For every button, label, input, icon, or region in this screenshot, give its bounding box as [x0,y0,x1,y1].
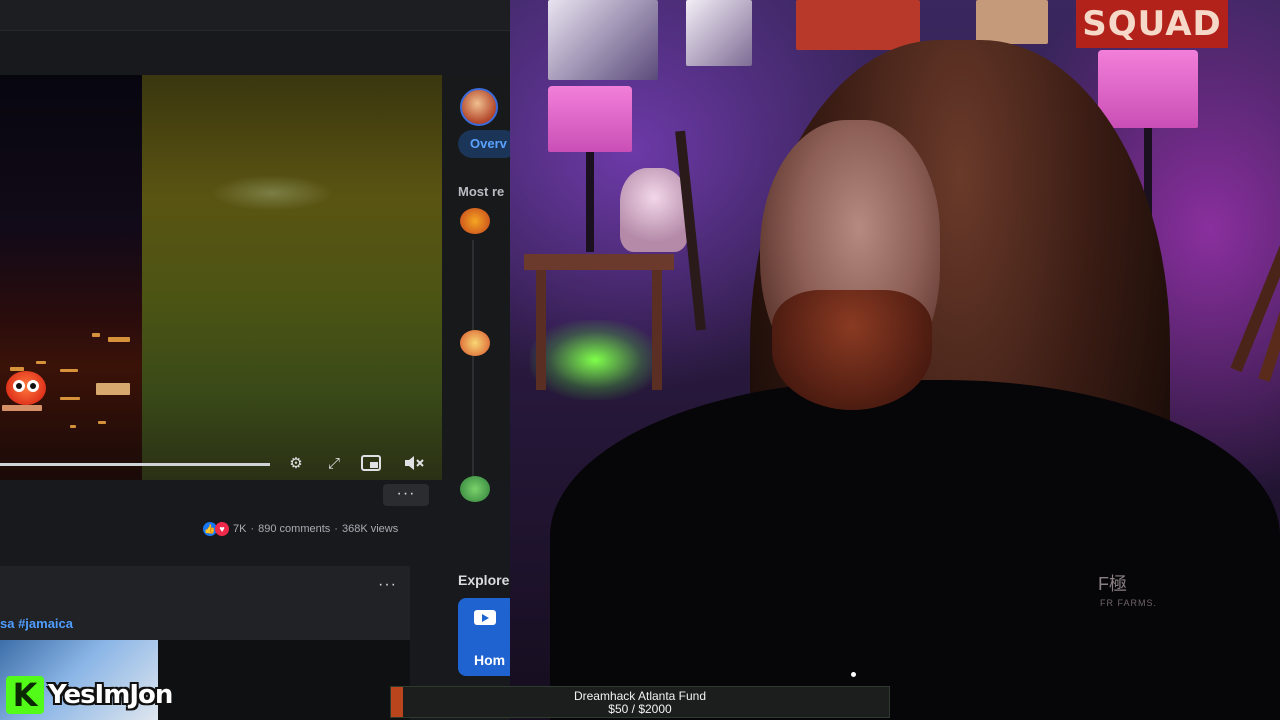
stats-separator: · [250,523,255,535]
video-progress-bar[interactable] [0,463,270,466]
streamer-body [550,380,1280,720]
video-play-icon [474,610,496,625]
mouse-cursor [851,672,856,677]
side-table [524,254,674,270]
page-avatar[interactable] [460,88,498,126]
donation-goal-amount: $50 / $2000 [608,702,672,716]
stats-separator: · [334,523,338,535]
commenter-avatar[interactable] [460,208,490,234]
donation-goal-title: Dreamhack Atlanta Fund [573,689,707,703]
facebook-window: ⚙ ⤢ ··· 👍 ♥ 7K · 890 comments · 368K vie… [0,0,510,720]
streamer-beard [772,290,932,410]
video-player[interactable]: ⚙ ⤢ [0,75,442,480]
kick-channel-badge: K YesImJon [6,674,173,716]
lamp-shade [1098,50,1198,128]
plush-figure [620,168,688,252]
post-more-options-button[interactable]: ··· [378,576,397,594]
comment-thread-line [472,240,474,480]
webcam-feed: SQUAD F極 FR FARMS. [510,0,1280,720]
browser-top-bar [0,0,510,31]
wall-poster [686,0,752,66]
reactions-summary[interactable]: 👍 ♥ 7K · 890 comments · 368K views [203,522,398,536]
wall-sign: SQUAD [1076,0,1228,48]
lamp-shade [548,86,632,152]
commenter-avatar[interactable] [460,476,490,502]
post-hashtags[interactable]: sa #jamaica [0,616,73,631]
love-reaction-icon: ♥ [215,522,229,536]
post-media-dark [158,640,410,720]
shirt-logo-subtext: FR FARMS. [1100,598,1158,608]
flushed-face-emoji-icon [6,371,46,405]
guitar [1230,89,1280,373]
comments-count-link[interactable]: 890 comments [258,523,330,535]
views-count: 368K views [341,523,399,535]
explore-heading: Explore [458,572,510,588]
home-tile[interactable]: Hom [458,598,510,676]
picture-in-picture-icon[interactable] [360,455,382,473]
video-frame-city-night [0,75,142,480]
donation-goal-bar: Dreamhack Atlanta Fund $50 / $2000 [390,686,890,718]
channel-name: YesImJon [48,680,173,710]
tab-overview[interactable]: Overv [458,130,510,158]
wall-poster [548,0,658,80]
reaction-count: 7K [233,523,247,535]
speaker-muted-icon[interactable] [403,455,425,473]
kick-logo-icon: K [6,676,44,714]
comment-sort-dropdown[interactable]: Most re [458,184,504,199]
video-frame-blurred [142,75,442,480]
lamp-stem [586,152,594,252]
more-options-button[interactable]: ··· [383,484,429,506]
commenter-avatar[interactable] [460,330,490,356]
wall-poster [976,0,1048,44]
home-tile-label: Hom [474,652,506,668]
expand-icon[interactable]: ⤢ [323,455,345,473]
wall-poster [796,0,920,50]
shirt-logo: F極 [1098,574,1127,594]
gear-icon[interactable]: ⚙ [285,455,307,473]
side-table-legs [536,270,662,390]
